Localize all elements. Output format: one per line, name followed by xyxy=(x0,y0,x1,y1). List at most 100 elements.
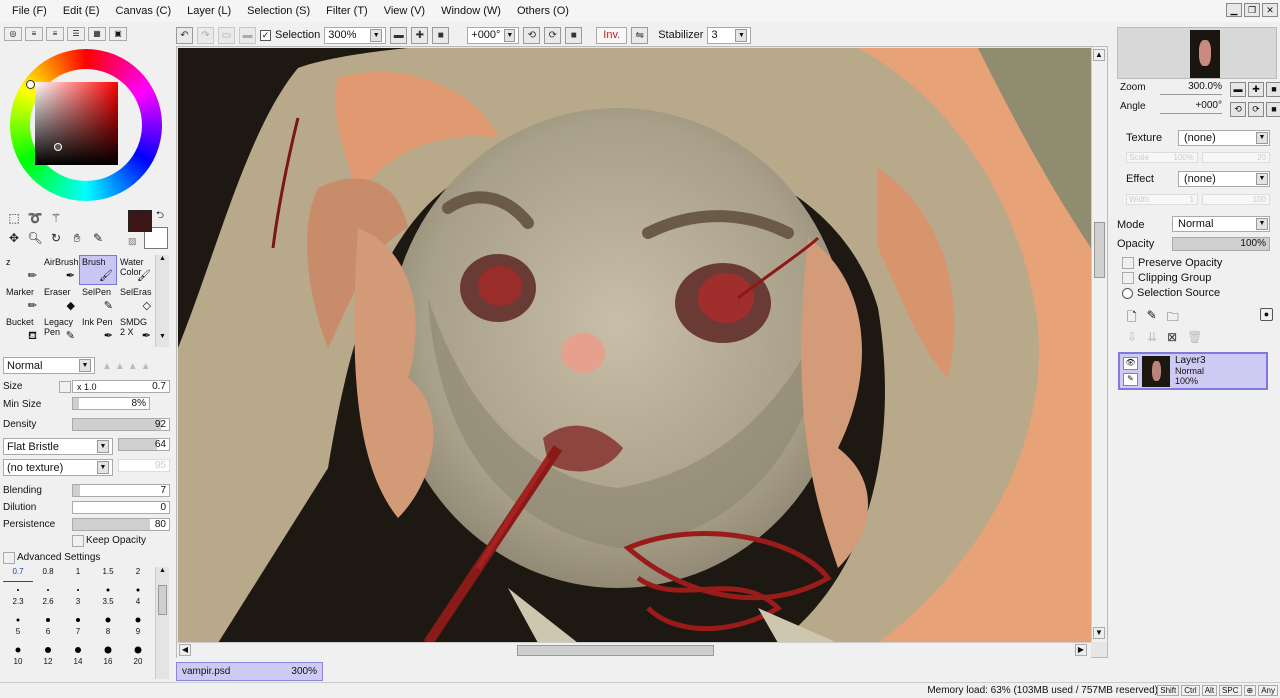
size-grid-scrollbar[interactable]: ▲ xyxy=(155,567,169,679)
min-size-slider[interactable]: 8% xyxy=(72,397,150,410)
deselect-icon[interactable]: ▭ xyxy=(218,26,235,44)
brush-size-dot[interactable] xyxy=(93,612,123,627)
menu-others[interactable]: Others (O) xyxy=(509,0,577,22)
brush-size-dot[interactable] xyxy=(3,582,33,597)
keep-opacity-checkbox[interactable] xyxy=(72,535,84,547)
lasso-icon[interactable]: ➰ xyxy=(27,210,43,226)
brush-tool-ink-pen[interactable]: Ink Pen ✒ xyxy=(79,315,117,345)
brush-size-dot[interactable] xyxy=(33,582,63,597)
delete-layer-icon[interactable]: 🗑 xyxy=(1187,330,1202,344)
new-vector-layer-icon[interactable]: ✎ xyxy=(1147,308,1157,329)
brush-size-label[interactable]: 2.6 xyxy=(33,597,63,612)
zoom-in-icon[interactable]: ✚ xyxy=(411,26,429,44)
clear-layer-icon[interactable]: ⊠ xyxy=(1167,330,1177,344)
menu-window[interactable]: Window (W) xyxy=(433,0,509,22)
brush-size-label[interactable]: 1 xyxy=(63,567,93,582)
stabilizer-combo[interactable]: 3 ▼ xyxy=(707,26,752,44)
artwork-canvas[interactable] xyxy=(178,48,1091,643)
layer-mode-combo[interactable]: Normal ▼ xyxy=(1172,216,1270,232)
layer-item[interactable]: 👁 ✎ Layer3 Normal 100% xyxy=(1118,352,1268,390)
undo-icon[interactable]: ↶ xyxy=(176,26,193,44)
size-lock-checkbox[interactable] xyxy=(59,381,71,393)
color-wheel-tab-icon[interactable]: ◎ xyxy=(4,27,22,41)
menu-canvas[interactable]: Canvas (C) xyxy=(108,0,180,22)
brush-tool-airbrush[interactable]: AirBrush ✒ xyxy=(41,255,79,285)
vertical-scroll-thumb[interactable] xyxy=(1094,222,1105,278)
shape-strength-slider[interactable]: 64 xyxy=(118,438,170,451)
hsv-slider-tab-icon[interactable]: ≡ xyxy=(46,27,64,41)
scratchpad-tab-icon[interactable]: ▣ xyxy=(109,27,127,41)
scroll-left-icon[interactable]: ◀ xyxy=(179,644,191,656)
brush-tool-watercolor[interactable]: Water Color 🖌︎ xyxy=(117,255,155,285)
flip-icon[interactable]: ⇋ xyxy=(631,26,649,44)
foreground-color-swatch[interactable] xyxy=(128,210,152,232)
brush-edge-shapes[interactable]: ▲▲▲▲ xyxy=(102,361,154,372)
brush-size-label[interactable]: 3 xyxy=(63,597,93,612)
brush-size-label[interactable]: 8 xyxy=(93,627,123,642)
brush-size-dot[interactable] xyxy=(93,642,123,657)
eyedropper-icon[interactable]: ✎ xyxy=(90,230,106,246)
canvas-horizontal-scrollbar[interactable]: ◀ ▶ xyxy=(177,642,1091,658)
brush-size-label[interactable]: 2 xyxy=(123,567,153,582)
brush-tool-pencil[interactable]: z ✏ xyxy=(3,255,41,285)
brush-size-label[interactable]: 0.8 xyxy=(33,567,63,582)
rect-select-icon[interactable]: ⬚ xyxy=(6,210,22,226)
eye-icon[interactable]: 👁 xyxy=(1123,357,1138,370)
canvas-vertical-scrollbar[interactable]: ▲ ▼ xyxy=(1091,47,1107,642)
nav-zoom-out-icon[interactable]: ▬ xyxy=(1230,82,1246,97)
transparent-color-icon[interactable]: ▨ xyxy=(128,236,137,247)
scroll-down-icon[interactable]: ▼ xyxy=(156,333,169,345)
brush-size-label[interactable]: 2.3 xyxy=(3,597,33,612)
hand-icon[interactable]: ✋︎ xyxy=(69,230,85,246)
redo-icon[interactable]: ↷ xyxy=(197,26,214,44)
invert-selection-icon[interactable]: ▬ xyxy=(239,26,256,44)
nav-zoom-slider[interactable]: 300.0% xyxy=(1160,81,1222,95)
scroll-down-icon[interactable]: ▼ xyxy=(1093,627,1105,639)
saturation-value-square[interactable] xyxy=(35,82,118,165)
brush-tool-selpen[interactable]: SelPen ✎ xyxy=(79,285,117,315)
brush-texture-combo[interactable]: (no texture) ▼ xyxy=(3,459,113,476)
layer-effect-combo[interactable]: (none) ▼ xyxy=(1178,171,1270,187)
brush-tool-brush[interactable]: Brush 🖌︎ xyxy=(79,255,117,285)
menu-view[interactable]: View (V) xyxy=(376,0,433,22)
brush-size-label[interactable]: 6 xyxy=(33,627,63,642)
brush-size-label[interactable]: 20 xyxy=(123,657,153,672)
scroll-up-icon[interactable]: ▲ xyxy=(1093,49,1105,61)
layer-texture-combo[interactable]: (none) ▼ xyxy=(1178,130,1270,146)
brush-size-label[interactable]: 14 xyxy=(63,657,93,672)
brush-size-dot[interactable] xyxy=(33,612,63,627)
layer-mask-icon[interactable]: ● xyxy=(1260,308,1273,321)
nav-zoom-reset-icon[interactable]: ■ xyxy=(1266,82,1280,97)
rotate-icon[interactable]: ↻ xyxy=(48,230,64,246)
brush-mode-combo[interactable]: Normal ▼ xyxy=(3,357,95,374)
nav-rotate-right-icon[interactable]: ⟳ xyxy=(1248,102,1264,117)
color-mixer-tab-icon[interactable]: ☰ xyxy=(67,27,85,41)
brush-shape-combo[interactable]: Flat Bristle ▼ xyxy=(3,438,113,455)
preserve-opacity-option[interactable]: Preserve Opacity xyxy=(1122,257,1222,269)
swatches-tab-icon[interactable]: ▦ xyxy=(88,27,106,41)
document-tab[interactable]: vampir.psd 300% xyxy=(176,662,323,681)
blending-slider[interactable]: 7 xyxy=(72,484,170,497)
rotate-right-icon[interactable]: ⟳ xyxy=(544,26,562,44)
scroll-up-icon[interactable]: ▲ xyxy=(156,567,169,579)
zoom-combo[interactable]: 300% ▼ xyxy=(324,26,387,44)
brush-size-dot[interactable] xyxy=(63,612,93,627)
brush-size-dot[interactable] xyxy=(63,642,93,657)
restore-icon[interactable]: ❐ xyxy=(1244,3,1260,17)
persistence-slider[interactable]: 80 xyxy=(72,518,170,531)
rgb-slider-tab-icon[interactable]: ≡ xyxy=(25,27,43,41)
brush-tool-seleras[interactable]: SelEras ◇ xyxy=(117,285,155,315)
brush-tool-eraser[interactable]: Eraser ◆ xyxy=(41,285,79,315)
brush-size-label[interactable]: 1.5 xyxy=(93,567,123,582)
new-layer-icon[interactable]: 🗋 xyxy=(1127,308,1137,329)
nav-rotate-reset-icon[interactable]: ■ xyxy=(1266,102,1280,117)
sv-cursor[interactable] xyxy=(54,143,62,151)
menu-filter[interactable]: Filter (T) xyxy=(318,0,376,22)
brush-tool-marker[interactable]: Marker ✏ xyxy=(3,285,41,315)
brush-size-dot[interactable] xyxy=(63,582,93,597)
menu-layer[interactable]: Layer (L) xyxy=(179,0,239,22)
clipping-group-checkbox[interactable] xyxy=(1122,272,1134,284)
nav-zoom-in-icon[interactable]: ✚ xyxy=(1248,82,1264,97)
menu-file[interactable]: File (F) xyxy=(4,0,55,22)
horizontal-scroll-thumb[interactable] xyxy=(517,645,714,656)
